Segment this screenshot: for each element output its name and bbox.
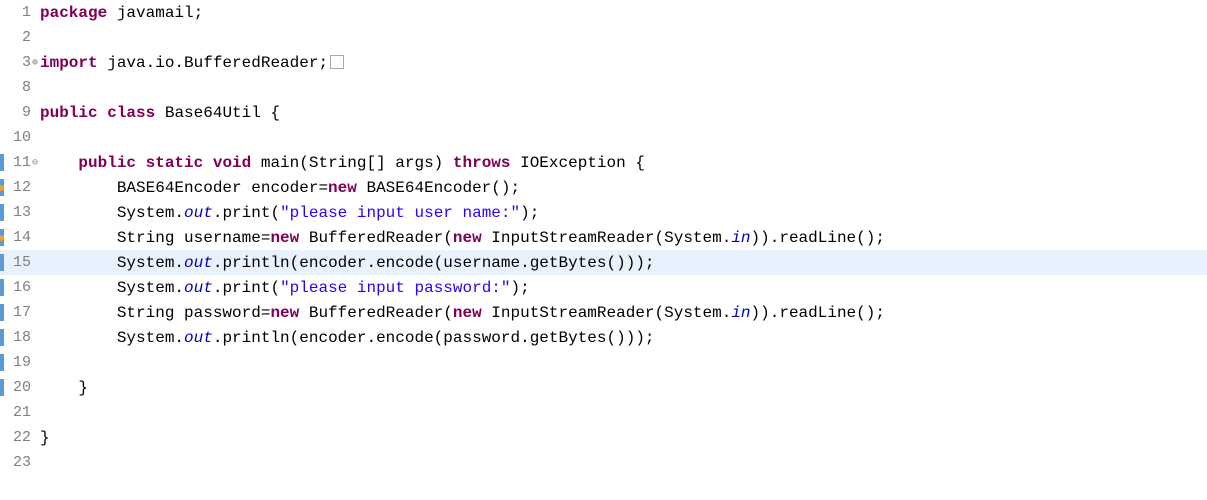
change-marker (0, 279, 4, 296)
code-line[interactable]: 17 String password=new BufferedReader(ne… (0, 300, 1207, 325)
change-marker (0, 204, 4, 221)
code-content[interactable]: package javamail; (34, 4, 203, 22)
code-content[interactable]: public static void main(String[] args) t… (34, 154, 645, 172)
code-content[interactable]: } (34, 379, 88, 397)
line-number: 8 (0, 79, 34, 96)
code-editor[interactable]: 1 package javamail; 2 3⊕ import java.io.… (0, 0, 1207, 475)
code-line[interactable]: 20 } (0, 375, 1207, 400)
line-number: 14 (0, 229, 34, 246)
line-number: 9 (0, 104, 34, 121)
code-line[interactable]: 13 System.out.print("please input user n… (0, 200, 1207, 225)
code-line[interactable]: 18 System.out.println(encoder.encode(pas… (0, 325, 1207, 350)
code-content[interactable]: String username=new BufferedReader(new I… (34, 229, 885, 247)
fold-collapse-icon[interactable]: ⊖ (32, 157, 38, 169)
line-number: 13 (0, 204, 34, 221)
line-number: 23 (0, 454, 34, 471)
code-line[interactable]: 16 System.out.print("please input passwo… (0, 275, 1207, 300)
line-number: 22 (0, 429, 34, 446)
change-marker (0, 354, 4, 371)
code-content[interactable]: import java.io.BufferedReader; (34, 54, 344, 72)
change-marker (0, 329, 4, 346)
code-line[interactable]: 21 (0, 400, 1207, 425)
code-line[interactable]: 3⊕ import java.io.BufferedReader; (0, 50, 1207, 75)
line-number: 17 (0, 304, 34, 321)
line-number: 3⊕ (0, 54, 34, 71)
code-content[interactable]: System.out.print("please input user name… (34, 204, 539, 222)
code-line[interactable]: 14 String username=new BufferedReader(ne… (0, 225, 1207, 250)
code-line[interactable]: 19 (0, 350, 1207, 375)
code-line[interactable]: 1 package javamail; (0, 0, 1207, 25)
line-number: 15 (0, 254, 34, 271)
fold-expand-icon[interactable]: ⊕ (32, 57, 38, 69)
folded-code-icon[interactable] (330, 55, 344, 69)
line-number: 11⊖ (0, 154, 34, 171)
code-line[interactable]: 9 public class Base64Util { (0, 100, 1207, 125)
code-line[interactable]: 8 (0, 75, 1207, 100)
code-content[interactable]: BASE64Encoder encoder=new BASE64Encoder(… (34, 179, 520, 197)
line-number: 12 (0, 179, 34, 196)
code-content[interactable]: System.out.println(encoder.encode(userna… (34, 254, 655, 272)
change-marker (0, 379, 4, 396)
line-number: 18 (0, 329, 34, 346)
line-number: 1 (0, 4, 34, 21)
line-number: 21 (0, 404, 34, 421)
code-line[interactable]: 10 (0, 125, 1207, 150)
code-line[interactable]: 12 BASE64Encoder encoder=new BASE64Encod… (0, 175, 1207, 200)
change-marker (0, 154, 4, 171)
line-number: 20 (0, 379, 34, 396)
code-content[interactable]: System.out.print("please input password:… (34, 279, 530, 297)
code-content[interactable]: String password=new BufferedReader(new I… (34, 304, 885, 322)
code-line[interactable]: 2 (0, 25, 1207, 50)
code-line[interactable]: 22 } (0, 425, 1207, 450)
line-number: 2 (0, 29, 34, 46)
code-line-current[interactable]: 15 System.out.println(encoder.encode(use… (0, 250, 1207, 275)
line-number: 10 (0, 129, 34, 146)
code-content[interactable]: } (34, 429, 50, 447)
code-content[interactable]: System.out.println(encoder.encode(passwo… (34, 329, 655, 347)
line-number: 19 (0, 354, 34, 371)
code-line[interactable]: 11⊖ public static void main(String[] arg… (0, 150, 1207, 175)
line-number: 16 (0, 279, 34, 296)
change-marker (0, 304, 4, 321)
code-content[interactable]: public class Base64Util { (34, 104, 280, 122)
code-line[interactable]: 23 (0, 450, 1207, 475)
change-marker (0, 254, 4, 271)
